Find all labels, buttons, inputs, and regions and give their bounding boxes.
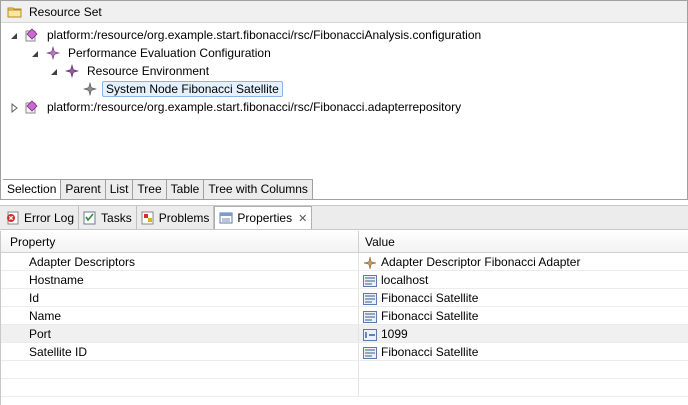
property-value-cell[interactable]: Fibonacci Satellite bbox=[359, 343, 688, 360]
property-value: Fibonacci Satellite bbox=[381, 308, 479, 323]
resource-tree: platform:/resource/org.example.start.fib… bbox=[1, 24, 687, 180]
property-name: Adapter Descriptors bbox=[1, 253, 359, 270]
number-value-icon bbox=[363, 328, 377, 341]
tree-item-label: System Node Fibonacci Satellite bbox=[102, 81, 283, 97]
tree-item-label: platform:/resource/org.example.start.fib… bbox=[47, 100, 462, 114]
property-name: Port bbox=[1, 325, 359, 342]
tab-label: Problems bbox=[158, 210, 210, 225]
property-value: 1099 bbox=[381, 326, 408, 341]
collapsed-arrow-icon[interactable] bbox=[9, 102, 19, 114]
table-row[interactable]: Id Fibonacci Satellite bbox=[1, 289, 688, 307]
folder-icon bbox=[7, 4, 23, 20]
empty-cell bbox=[1, 379, 359, 396]
property-column-header[interactable]: Property bbox=[1, 231, 359, 252]
tab-label: Properties bbox=[237, 211, 293, 225]
tab-error-log[interactable]: Error Log bbox=[2, 206, 80, 229]
property-value-cell[interactable]: localhost bbox=[359, 271, 688, 288]
empty-table-row bbox=[1, 379, 688, 397]
property-value-cell[interactable]: Fibonacci Satellite bbox=[359, 289, 688, 306]
empty-table-row bbox=[1, 361, 688, 379]
empty-cell bbox=[359, 361, 688, 378]
error-log-icon bbox=[5, 210, 21, 226]
views-tab-bar: Error Log Tasks Problems Properties ✕ bbox=[0, 205, 688, 230]
editor-header: Resource Set bbox=[1, 1, 687, 23]
table-row[interactable]: Satellite ID Fibonacci Satellite bbox=[1, 343, 688, 361]
expanded-arrow-icon[interactable] bbox=[49, 66, 59, 76]
properties-icon bbox=[218, 210, 234, 226]
tree-item-resource-environment[interactable]: Resource Environment bbox=[49, 62, 212, 80]
table-row[interactable]: Adapter Descriptors Adapter Descriptor F… bbox=[1, 253, 688, 271]
properties-header: Property Value bbox=[1, 231, 688, 253]
tab-problems[interactable]: Problems bbox=[136, 206, 215, 229]
tree-item-label: Resource Environment bbox=[87, 64, 210, 78]
text-value-icon bbox=[363, 310, 377, 323]
editor-page-tabs: Selection Parent List Tree Table Tree wi… bbox=[3, 179, 313, 199]
property-value: Adapter Descriptor Fibonacci Adapter bbox=[381, 254, 581, 269]
table-row[interactable]: Hostname localhost bbox=[1, 271, 688, 289]
tasks-icon bbox=[82, 210, 98, 226]
property-value: Fibonacci Satellite bbox=[381, 290, 479, 305]
tab-list[interactable]: List bbox=[105, 180, 134, 199]
tab-parent[interactable]: Parent bbox=[61, 180, 106, 199]
config-model-icon bbox=[25, 28, 39, 42]
property-value: localhost bbox=[381, 272, 429, 287]
expanded-arrow-icon[interactable] bbox=[30, 48, 40, 58]
empty-cell bbox=[359, 379, 688, 396]
property-name: Hostname bbox=[1, 271, 359, 288]
tab-label: Error Log bbox=[24, 210, 75, 225]
star-node-icon bbox=[64, 63, 80, 79]
close-icon[interactable]: ✕ bbox=[298, 212, 307, 225]
tree-item-adapter-repository[interactable]: platform:/resource/org.example.start.fib… bbox=[9, 98, 464, 116]
tab-tree[interactable]: Tree bbox=[133, 180, 167, 199]
star-node-icon bbox=[82, 81, 98, 97]
problems-icon bbox=[140, 210, 156, 226]
table-row[interactable]: Name Fibonacci Satellite bbox=[1, 307, 688, 325]
text-value-icon bbox=[363, 274, 377, 287]
empty-cell bbox=[1, 361, 359, 378]
property-value-cell[interactable]: Fibonacci Satellite bbox=[359, 307, 688, 324]
expanded-arrow-icon[interactable] bbox=[9, 30, 19, 40]
tab-tree-with-columns[interactable]: Tree with Columns bbox=[204, 180, 313, 199]
text-value-icon bbox=[363, 292, 377, 305]
table-row[interactable]: Port 1099 bbox=[1, 325, 688, 343]
config-model-icon bbox=[25, 100, 39, 114]
property-value-cell[interactable]: Adapter Descriptor Fibonacci Adapter bbox=[359, 253, 688, 270]
tree-item-system-node[interactable]: System Node Fibonacci Satellite bbox=[82, 80, 283, 98]
property-name: Name bbox=[1, 307, 359, 324]
tab-properties[interactable]: Properties ✕ bbox=[214, 206, 313, 229]
tab-label: Tasks bbox=[101, 210, 132, 225]
tree-item-label: Performance Evaluation Configuration bbox=[68, 46, 271, 60]
resource-set-editor: Resource Set platform:/resource/org.exam… bbox=[0, 0, 688, 200]
tree-item-label: platform:/resource/org.example.start.fib… bbox=[47, 28, 482, 42]
property-name: Satellite ID bbox=[1, 343, 359, 360]
star-node-icon bbox=[45, 45, 61, 61]
tree-item-performance-evaluation[interactable]: Performance Evaluation Configuration bbox=[30, 44, 274, 62]
tab-selection[interactable]: Selection bbox=[3, 180, 62, 199]
tab-tasks[interactable]: Tasks bbox=[79, 206, 137, 229]
text-value-icon bbox=[363, 346, 377, 359]
property-name: Id bbox=[1, 289, 359, 306]
value-column-header[interactable]: Value bbox=[359, 231, 688, 252]
editor-title: Resource Set bbox=[29, 4, 102, 19]
tab-table[interactable]: Table bbox=[166, 180, 205, 199]
property-value-cell[interactable]: 1099 bbox=[359, 325, 688, 342]
star-node-icon bbox=[363, 256, 377, 269]
properties-table: Property Value Adapter Descriptors Adapt… bbox=[0, 231, 688, 405]
tree-item-configuration-file[interactable]: platform:/resource/org.example.start.fib… bbox=[9, 26, 484, 44]
property-value: Fibonacci Satellite bbox=[381, 344, 479, 359]
